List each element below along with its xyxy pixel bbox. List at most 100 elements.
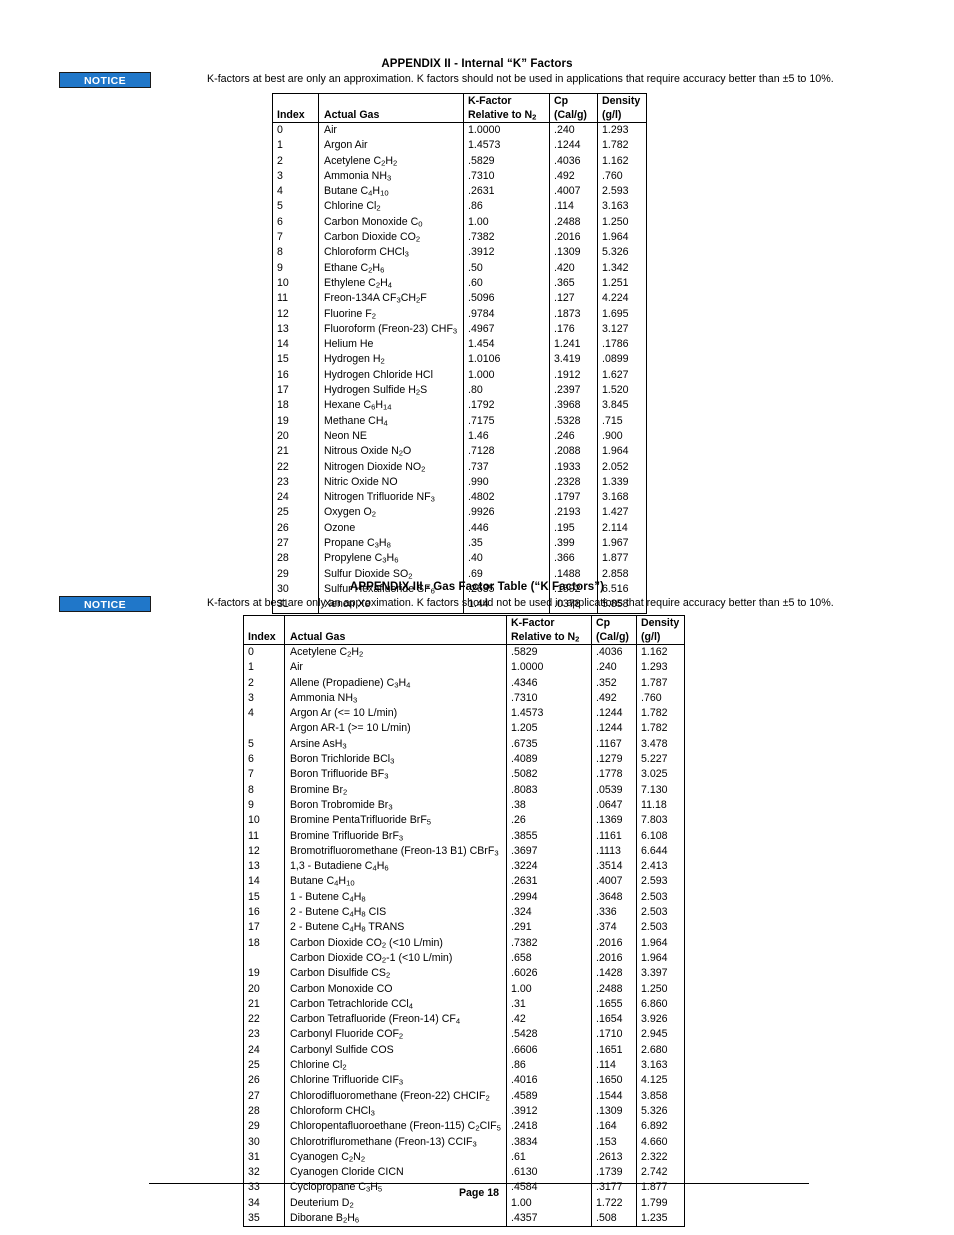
cell-cp: .1244 xyxy=(549,138,598,154)
cell-cp: 1.241 xyxy=(549,337,598,353)
cell-cp: .1167 xyxy=(591,736,637,753)
cell-k-factor: .4802 xyxy=(463,490,550,506)
table-row: 23 Carbonyl Fluoride COF2.5428.1710 2.945 xyxy=(243,1027,685,1043)
cell-k-factor: .35 xyxy=(463,536,550,552)
cell-density: 2.114 xyxy=(602,521,628,534)
cell-index: 1 xyxy=(243,660,285,676)
cell-k-factor: .26 xyxy=(506,813,592,829)
cell-cp: .4036 xyxy=(591,644,637,661)
cell-density: .1786 xyxy=(602,338,629,351)
cell-cp: .3514 xyxy=(591,859,637,875)
cell-index: 5 xyxy=(243,736,285,753)
cell-index: 23 xyxy=(243,1027,285,1043)
cell-k-factor: .2631 xyxy=(506,874,592,890)
table-row: 3 Ammonia NH3.7310.492 .760 xyxy=(243,690,685,707)
table-row: 10 Ethylene C2H4.60.365 1.251 xyxy=(272,275,647,292)
cell-density: 4.660 xyxy=(641,1135,668,1148)
cell-density: 4.125 xyxy=(641,1074,668,1087)
cell-k-factor: .7310 xyxy=(463,168,550,185)
cell-density: 1.427 xyxy=(602,506,629,519)
cell-density: 3.858 xyxy=(641,1089,668,1102)
table-row: 12 Fluorine F2.9784.1873 1.695 xyxy=(272,306,647,322)
cell-actual-gas: Carbon Monoxide C0 xyxy=(318,214,464,231)
cell-cp: .2397 xyxy=(549,383,598,399)
cell-cp: .240 xyxy=(591,660,637,676)
cell-index: 14 xyxy=(272,337,319,353)
cell-k-factor: .7382 xyxy=(463,230,550,246)
cell-actual-gas: Argon Ar (<= 10 L/min) xyxy=(284,706,507,722)
cell-density: 1.782 xyxy=(641,707,668,720)
cell-k-factor: .3912 xyxy=(463,245,550,261)
cell-cp: .1651 xyxy=(591,1042,637,1059)
cell-cp: 3.419 xyxy=(549,352,598,368)
column-header-actual-gas: Actual Gas xyxy=(284,615,507,645)
cell-k-factor: .2994 xyxy=(506,889,592,906)
cell-cp: .1279 xyxy=(591,752,637,768)
cell-actual-gas: Boron Trobromide Br3 xyxy=(284,797,507,814)
cell-cp: .127 xyxy=(549,291,598,307)
cell-index: 12 xyxy=(272,306,319,322)
cell-density: 3.127 xyxy=(602,322,629,335)
cell-k-factor: .9784 xyxy=(463,306,550,322)
cell-index: 26 xyxy=(243,1073,285,1089)
cell-density: 1.162 xyxy=(641,646,668,658)
cell-density: 3.163 xyxy=(602,200,629,213)
cell-k-factor: .42 xyxy=(506,1012,592,1028)
cell-cp: .1488 xyxy=(549,566,598,582)
cell-index: 7 xyxy=(243,767,285,783)
table-row: 21 Carbon Tetrachloride CCl4.31.1655 6.860 xyxy=(243,996,685,1013)
table-row: 16 2 - Butene C4H8 CIS .324.336 2.503 xyxy=(243,905,685,921)
cell-k-factor: .291 xyxy=(506,920,592,936)
cell-actual-gas: Carbon Tetrachloride CCl4 xyxy=(284,996,507,1013)
cell-k-factor: .6735 xyxy=(506,736,592,753)
cell-density: 2.503 xyxy=(641,921,668,934)
cell-actual-gas: Helium He xyxy=(318,337,464,353)
table-row: 18 Carbon Dioxide CO2 (<10 L/min) .7382.20… xyxy=(243,935,685,951)
cell-cp: .1778 xyxy=(591,767,637,783)
cell-cp: .1650 xyxy=(591,1073,637,1089)
table-row: 12 Bromotrifluoromethane (Freon-13 B1) CB… xyxy=(243,843,685,860)
table-row: 7 Boron Trifluoride BF3.5082.1778 3.025 xyxy=(243,767,685,783)
cell-cp: .1654 xyxy=(591,1012,637,1028)
table-row: Argon AR-1 (>= 10 L/min) 1.205.1244 1.782 xyxy=(243,721,685,737)
cell-actual-gas: Hydrogen H2 xyxy=(318,352,464,368)
table-row: 28 Propylene C3H6.40.366 1.877 xyxy=(272,551,647,567)
cell-index: 20 xyxy=(243,981,285,997)
cell-index: 17 xyxy=(243,920,285,936)
cell-index: 0 xyxy=(272,122,319,139)
cell-index: 11 xyxy=(243,828,285,844)
cell-density: 5.227 xyxy=(641,753,668,766)
cell-actual-gas: Ethane C2H6 xyxy=(318,260,464,276)
cell-actual-gas: Cyanogen C2N2 xyxy=(284,1149,507,1166)
appendix-3-table-wrapper: Index Actual Gas K-Factor Relative to N2… xyxy=(243,615,685,1228)
cell-actual-gas: Chlorine Cl2 xyxy=(284,1058,507,1074)
cell-k-factor: 1.00 xyxy=(506,981,592,997)
cell-density: 1.235 xyxy=(641,1211,668,1224)
cell-actual-gas: Chlorodifluoromethane (Freon-22) CHCIF2 xyxy=(284,1088,507,1104)
cell-actual-gas: Air xyxy=(284,660,507,676)
cell-k-factor: 1.4573 xyxy=(463,138,550,154)
cell-cp: .374 xyxy=(591,920,637,936)
cell-index: 26 xyxy=(272,520,319,537)
cell-k-factor: .4589 xyxy=(506,1088,592,1104)
table-body: 0 Air 1.0000.240 1.293 1 Argon Air 1.4573.1244… xyxy=(272,122,647,613)
cell-actual-gas: Boron Trifluoride BF3 xyxy=(284,767,507,783)
cell-k-factor: 1.0106 xyxy=(463,352,550,368)
table-row: 22 Carbon Tetrafluoride (Freon-14) CF4.42… xyxy=(243,1012,685,1028)
table-row: 4 Argon Ar (<= 10 L/min) 1.4573.1244 1.782 xyxy=(243,706,685,722)
cell-k-factor: 1.46 xyxy=(463,428,550,445)
cell-density: 2.945 xyxy=(641,1028,668,1041)
cell-k-factor: .38 xyxy=(506,797,592,814)
cell-actual-gas: Nitrous Oxide N2O xyxy=(318,444,464,460)
cell-density: 3.168 xyxy=(602,491,629,504)
cell-cp: .240 xyxy=(549,122,598,139)
cell-density: 3.478 xyxy=(641,737,668,750)
cell-density: 1.782 xyxy=(602,139,629,152)
cell-k-factor: 1.0000 xyxy=(506,660,592,676)
cell-index: 10 xyxy=(272,275,319,292)
cell-actual-gas: Carbonyl Sulfide COS xyxy=(284,1042,507,1059)
cell-actual-gas: Sulfur Dioxide SO2 xyxy=(318,566,464,582)
cell-cp: .2488 xyxy=(549,214,598,231)
cell-cp: .5328 xyxy=(549,413,598,429)
cell-cp: .195 xyxy=(549,520,598,537)
